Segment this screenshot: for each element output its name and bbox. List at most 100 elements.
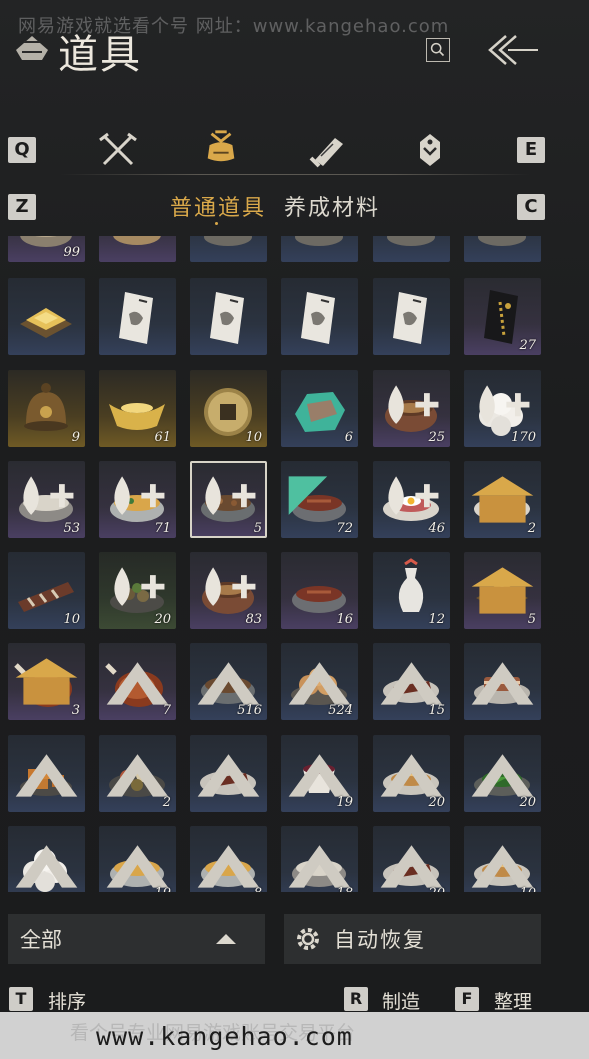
craft-key[interactable]: R bbox=[344, 987, 368, 1011]
auto-recover-label: 自动恢复 bbox=[334, 928, 426, 952]
inventory-slot[interactable]: 10 bbox=[464, 826, 541, 892]
up-badge-icon bbox=[197, 845, 260, 888]
up-badge-icon bbox=[471, 845, 534, 888]
search-button[interactable] bbox=[426, 38, 450, 62]
inventory-slot[interactable] bbox=[99, 278, 176, 355]
inventory-slot[interactable]: 2 bbox=[99, 735, 176, 812]
inventory-slot[interactable] bbox=[281, 236, 358, 262]
inventory-slot[interactable]: 18 bbox=[281, 826, 358, 892]
auto-recover-button[interactable]: 自动恢复 bbox=[284, 914, 541, 964]
inventory-slot[interactable]: 516 bbox=[190, 643, 267, 720]
craft-label[interactable]: 制造 bbox=[382, 987, 420, 1014]
tab-prev-key[interactable]: Q bbox=[8, 137, 36, 163]
filter-dropdown[interactable]: 全部 bbox=[8, 914, 265, 964]
subtab-next-key[interactable]: C bbox=[517, 194, 545, 220]
subtab-common-items[interactable]: 普通道具 bbox=[170, 190, 266, 222]
inventory-screen: 网易游戏就选看个号 网址：www.kangehao.com 道具 Q E Z C… bbox=[0, 0, 589, 1059]
item-count: 16 bbox=[336, 612, 353, 627]
item-count: 2 bbox=[527, 521, 536, 536]
item-count: 5 bbox=[253, 521, 262, 536]
caret-up-icon bbox=[216, 934, 236, 944]
subtab-growth-materials[interactable]: 养成材料 bbox=[284, 190, 380, 222]
subtab-prev-key[interactable]: Z bbox=[8, 194, 36, 220]
inventory-slot[interactable]: 99 bbox=[8, 236, 85, 262]
inventory-slot[interactable] bbox=[8, 826, 85, 892]
inventory-slot[interactable] bbox=[464, 643, 541, 720]
up-badge-icon bbox=[471, 662, 534, 705]
inventory-slot[interactable]: 27 bbox=[464, 278, 541, 355]
item-count: 6 bbox=[344, 430, 353, 445]
item-count: 25 bbox=[428, 430, 445, 445]
item-count: 71 bbox=[154, 521, 171, 536]
up-badge-icon bbox=[15, 845, 78, 888]
inventory-slot[interactable] bbox=[190, 735, 267, 812]
inventory-slot[interactable]: 170 bbox=[464, 370, 541, 447]
inventory-slot[interactable]: 5 bbox=[464, 552, 541, 629]
item-count: 5 bbox=[527, 612, 536, 627]
item-count: 72 bbox=[336, 521, 353, 536]
item-count: 2 bbox=[162, 795, 171, 810]
item-count: 10 bbox=[245, 430, 262, 445]
inventory-slot[interactable] bbox=[373, 236, 450, 262]
up-badge-icon bbox=[288, 845, 351, 888]
inventory-slot[interactable]: 9 bbox=[8, 370, 85, 447]
dish-icon bbox=[387, 236, 435, 246]
inventory-slot[interactable]: 19 bbox=[99, 826, 176, 892]
pouch-logo-icon bbox=[16, 36, 48, 60]
organize-label[interactable]: 整理 bbox=[494, 987, 532, 1014]
item-count: 10 bbox=[63, 612, 80, 627]
inventory-slot[interactable]: 71 bbox=[99, 461, 176, 538]
inventory-slot[interactable] bbox=[373, 278, 450, 355]
emblem-icon[interactable] bbox=[408, 130, 452, 168]
inventory-slot[interactable]: 61 bbox=[99, 370, 176, 447]
inventory-slot[interactable]: 20 bbox=[99, 552, 176, 629]
inventory-slot[interactable]: 10 bbox=[8, 552, 85, 629]
gear-icon bbox=[297, 928, 319, 950]
up-badge-icon bbox=[15, 754, 78, 797]
inventory-slot[interactable] bbox=[99, 236, 176, 262]
inventory-slot[interactable]: 72 bbox=[281, 461, 358, 538]
cake-icon bbox=[113, 236, 161, 245]
inventory-slot[interactable]: 20 bbox=[373, 826, 450, 892]
inventory-slot[interactable]: 20 bbox=[373, 735, 450, 812]
inventory-slot[interactable] bbox=[8, 735, 85, 812]
item-count: 20 bbox=[428, 886, 445, 892]
crossed-swords-icon[interactable] bbox=[96, 130, 140, 168]
sort-key[interactable]: T bbox=[9, 987, 33, 1011]
inventory-slot[interactable]: 46 bbox=[373, 461, 450, 538]
inventory-slot[interactable]: 3 bbox=[8, 643, 85, 720]
sort-label[interactable]: 排序 bbox=[48, 987, 86, 1014]
inventory-slot[interactable] bbox=[8, 278, 85, 355]
dish-icon bbox=[478, 236, 526, 246]
inventory-slot[interactable]: 83 bbox=[190, 552, 267, 629]
inventory-slot[interactable]: 12 bbox=[373, 552, 450, 629]
inventory-slot[interactable] bbox=[190, 278, 267, 355]
inventory-slot[interactable] bbox=[190, 236, 267, 262]
inventory-slot[interactable]: 6 bbox=[281, 370, 358, 447]
back-arrow-icon[interactable] bbox=[484, 32, 540, 68]
inventory-slot[interactable]: 5 bbox=[190, 461, 267, 538]
inventory-slot[interactable] bbox=[281, 278, 358, 355]
inventory-slot[interactable]: 7 bbox=[99, 643, 176, 720]
item-count: 10 bbox=[519, 886, 536, 892]
inventory-slot[interactable]: 16 bbox=[281, 552, 358, 629]
inventory-slot[interactable]: 8 bbox=[190, 826, 267, 892]
up-badge-icon bbox=[380, 845, 443, 888]
item-count: 19 bbox=[336, 795, 353, 810]
inventory-slot[interactable]: 10 bbox=[190, 370, 267, 447]
item-count: 15 bbox=[428, 703, 445, 718]
letter-card-icon bbox=[393, 292, 427, 344]
filter-label: 全部 bbox=[20, 928, 62, 952]
inventory-slot[interactable]: 2 bbox=[464, 461, 541, 538]
inventory-slot[interactable]: 524 bbox=[281, 643, 358, 720]
inventory-slot[interactable]: 53 bbox=[8, 461, 85, 538]
pouch-icon[interactable] bbox=[199, 128, 243, 166]
inventory-slot[interactable]: 15 bbox=[373, 643, 450, 720]
inventory-slot[interactable] bbox=[464, 236, 541, 262]
scroll-icon[interactable] bbox=[305, 130, 349, 168]
inventory-slot[interactable]: 19 bbox=[281, 735, 358, 812]
inventory-slot[interactable]: 25 bbox=[373, 370, 450, 447]
tab-next-key[interactable]: E bbox=[517, 137, 545, 163]
inventory-slot[interactable]: 20 bbox=[464, 735, 541, 812]
organize-key[interactable]: F bbox=[455, 987, 479, 1011]
